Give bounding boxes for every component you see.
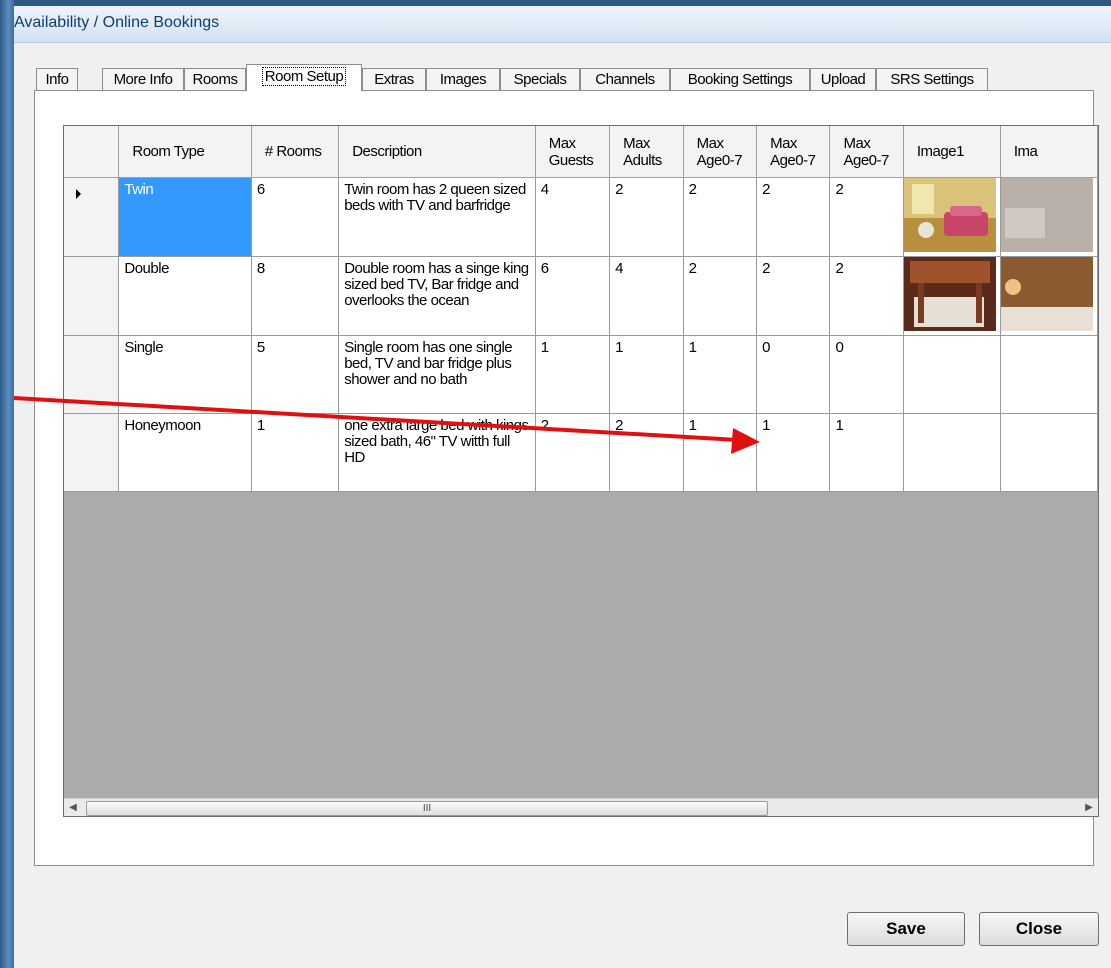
cell-image2[interactable]	[1000, 177, 1098, 257]
tab-srs-settings[interactable]: SRS Settings	[876, 68, 988, 90]
table-row[interactable]: Double 8 Double room has a singe king si…	[64, 256, 1098, 336]
col-header-image2[interactable]: Ima	[1000, 126, 1098, 178]
cell-max-guests[interactable]: 4	[535, 177, 611, 257]
cell-max-adults[interactable]: 1	[609, 335, 684, 414]
cell-room-type[interactable]: Single	[118, 335, 252, 414]
room-table: Room Type # Rooms Description Max Guests…	[64, 126, 1098, 492]
cell-max-age-b[interactable]: 0	[756, 335, 831, 414]
tab-specials[interactable]: Specials	[500, 68, 580, 90]
cell-rooms[interactable]: 8	[251, 256, 340, 336]
room-grid[interactable]: Room Type # Rooms Description Max Guests…	[63, 125, 1099, 817]
close-button[interactable]: Close	[979, 912, 1099, 946]
cell-rooms[interactable]: 1	[251, 413, 340, 492]
cell-room-type[interactable]: Double	[118, 256, 252, 336]
current-row-arrow-icon	[76, 189, 81, 199]
cell-image2[interactable]	[1000, 256, 1098, 336]
cell-image1[interactable]	[903, 413, 1001, 492]
dialog-window: Availability / Online Bookings Info More…	[14, 6, 1111, 968]
cell-image1[interactable]	[903, 335, 1001, 414]
table-row[interactable]: Single 5 Single room has one single bed,…	[64, 335, 1098, 414]
cell-max-adults[interactable]: 2	[609, 177, 684, 257]
row-header[interactable]	[64, 256, 120, 336]
tab-upload[interactable]: Upload	[810, 68, 876, 90]
cell-description[interactable]: Single room has one single bed, TV and b…	[338, 335, 536, 414]
corner-header	[64, 126, 120, 178]
grid-empty-area	[64, 480, 1098, 816]
cell-room-type[interactable]: Honeymoon	[118, 413, 252, 492]
cell-max-guests[interactable]: 6	[535, 256, 611, 336]
cell-max-age-c[interactable]: 1	[829, 413, 904, 492]
save-button[interactable]: Save	[847, 912, 965, 946]
cell-image2[interactable]	[1000, 335, 1098, 414]
cell-max-age-a[interactable]: 1	[683, 335, 758, 414]
cell-description[interactable]: Double room has a singe king sized bed T…	[338, 256, 536, 336]
scrollbar-thumb[interactable]: III	[86, 801, 768, 816]
window-title: Availability / Online Bookings	[14, 14, 220, 31]
twin-room-photo	[903, 178, 996, 252]
cell-max-age-c[interactable]: 0	[829, 335, 904, 414]
tab-extras[interactable]: Extras	[362, 68, 426, 90]
cell-image1[interactable]	[903, 177, 1001, 257]
cell-description[interactable]: Twin room has 2 queen sized beds with TV…	[338, 177, 536, 257]
cell-max-guests[interactable]: 2	[535, 413, 611, 492]
tab-channels[interactable]: Channels	[580, 68, 670, 90]
col-header-max-age-a[interactable]: Max Age0-7	[683, 126, 758, 178]
room-setup-panel: Room Type # Rooms Description Max Guests…	[34, 90, 1099, 866]
cell-max-age-c[interactable]: 2	[829, 256, 904, 336]
cell-max-guests[interactable]: 1	[535, 335, 611, 414]
cell-description[interactable]: one extra large bed with kings sized bat…	[338, 413, 536, 492]
cell-max-age-b[interactable]: 2	[756, 177, 831, 257]
cell-image1[interactable]	[903, 256, 1001, 336]
tab-images[interactable]: Images	[426, 68, 500, 90]
row-header[interactable]	[64, 177, 120, 257]
col-header-max-age-b[interactable]: Max Age0-7	[756, 126, 831, 178]
cell-rooms[interactable]: 6	[251, 177, 340, 257]
row-header[interactable]	[64, 335, 120, 414]
scroll-grip: III	[422, 803, 432, 814]
title-bar: Availability / Online Bookings	[14, 6, 1111, 43]
cell-max-age-a[interactable]: 1	[683, 413, 758, 492]
double-room-photo-2	[1000, 257, 1093, 331]
tab-rooms[interactable]: Rooms	[184, 68, 246, 90]
col-header-rooms[interactable]: # Rooms	[251, 126, 340, 178]
col-header-description[interactable]: Description	[338, 126, 536, 178]
cell-rooms[interactable]: 5	[251, 335, 340, 414]
col-header-image1[interactable]: Image1	[903, 126, 1001, 178]
cell-max-age-a[interactable]: 2	[683, 256, 758, 336]
cell-max-age-b[interactable]: 2	[756, 256, 831, 336]
twin-room-photo-2	[1000, 178, 1093, 252]
window-frame-left	[0, 0, 14, 968]
col-header-max-guests[interactable]: Max Guests	[535, 126, 611, 178]
cell-max-age-b[interactable]: 1	[756, 413, 831, 492]
double-room-photo	[903, 257, 996, 331]
header-row: Room Type # Rooms Description Max Guests…	[64, 126, 1098, 178]
col-header-max-age-c[interactable]: Max Age0-7	[829, 126, 904, 178]
tab-room-setup[interactable]: Room Setup	[246, 64, 362, 91]
tab-booking-settings[interactable]: Booking Settings	[670, 68, 810, 90]
scroll-right-icon[interactable]: ▶	[1080, 799, 1098, 816]
cell-image2[interactable]	[1000, 413, 1098, 492]
cell-room-type[interactable]: Twin	[118, 177, 252, 257]
table-row[interactable]: Twin 6 Twin room has 2 queen sized beds …	[64, 177, 1098, 257]
horizontal-scrollbar[interactable]: ◀ III ▶	[64, 798, 1098, 816]
row-header[interactable]	[64, 413, 120, 492]
tab-info[interactable]: Info	[36, 68, 78, 90]
cell-max-adults[interactable]: 2	[609, 413, 684, 492]
col-header-max-adults[interactable]: Max Adults	[609, 126, 684, 178]
col-header-room-type[interactable]: Room Type	[118, 126, 252, 178]
table-row[interactable]: Honeymoon 1 one extra large bed with kin…	[64, 413, 1098, 492]
cell-max-adults[interactable]: 4	[609, 256, 684, 336]
scroll-left-icon[interactable]: ◀	[64, 799, 82, 816]
cell-max-age-a[interactable]: 2	[683, 177, 758, 257]
tab-more-info[interactable]: More Info	[102, 68, 184, 90]
cell-max-age-c[interactable]: 2	[829, 177, 904, 257]
